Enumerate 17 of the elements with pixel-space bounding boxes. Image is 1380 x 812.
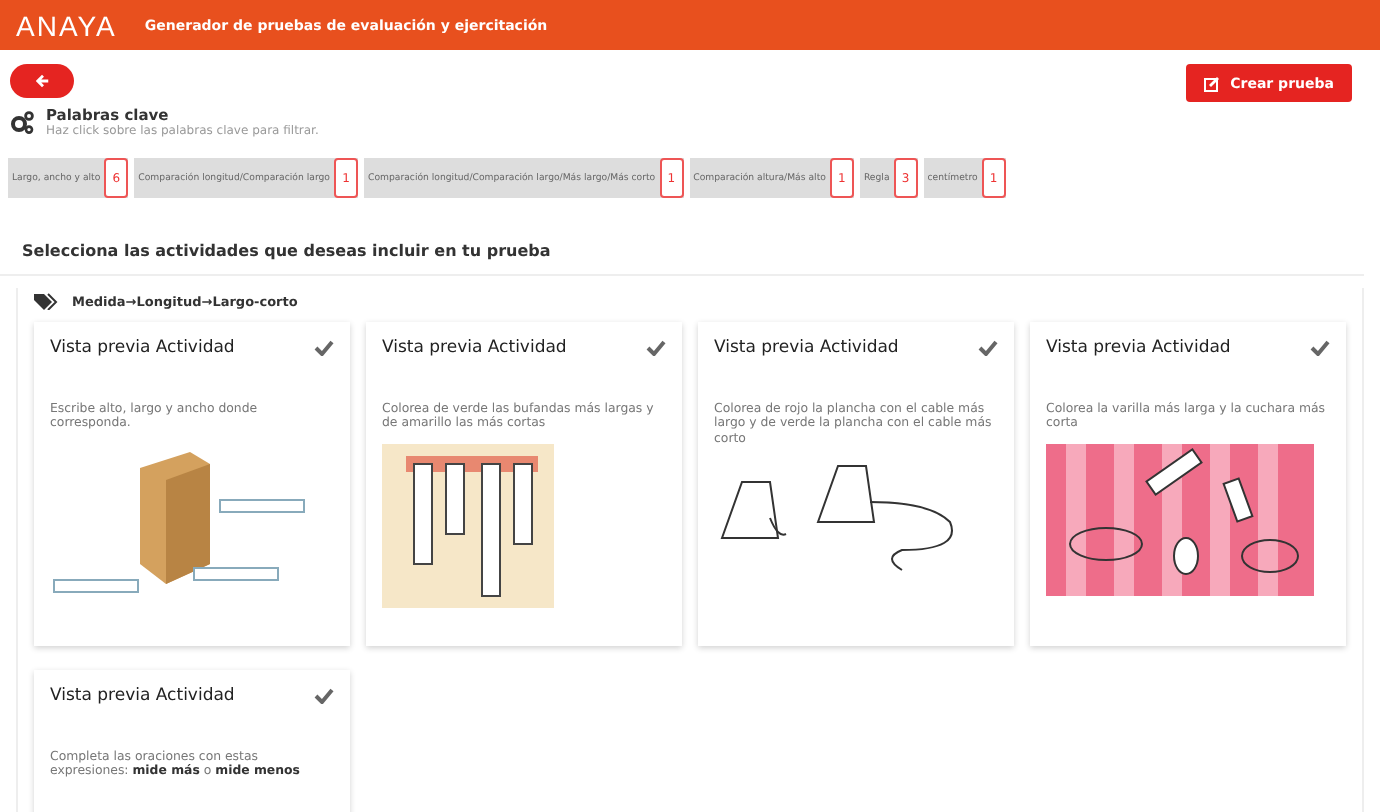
card-title: Vista previa Actividad bbox=[1046, 338, 1231, 358]
card-title: Vista previa Actividad bbox=[50, 686, 235, 706]
check-icon[interactable] bbox=[1310, 340, 1330, 356]
card-title: Vista previa Actividad bbox=[50, 338, 235, 358]
logo: ANAYA bbox=[16, 9, 117, 41]
check-icon[interactable] bbox=[314, 340, 334, 356]
card-title: Vista previa Actividad bbox=[714, 338, 899, 358]
gears-icon bbox=[10, 110, 34, 134]
check-icon[interactable] bbox=[978, 340, 998, 356]
card-title: Vista previa Actividad bbox=[382, 338, 567, 358]
section-title: Selecciona las actividades que deseas incluir en tu prueba bbox=[0, 198, 1364, 276]
check-icon[interactable] bbox=[314, 688, 334, 704]
edit-icon bbox=[1204, 75, 1221, 91]
back-button[interactable] bbox=[10, 64, 74, 98]
tags-icon bbox=[34, 292, 58, 310]
back-arrow-icon bbox=[35, 74, 49, 88]
check-icon[interactable] bbox=[646, 340, 666, 356]
